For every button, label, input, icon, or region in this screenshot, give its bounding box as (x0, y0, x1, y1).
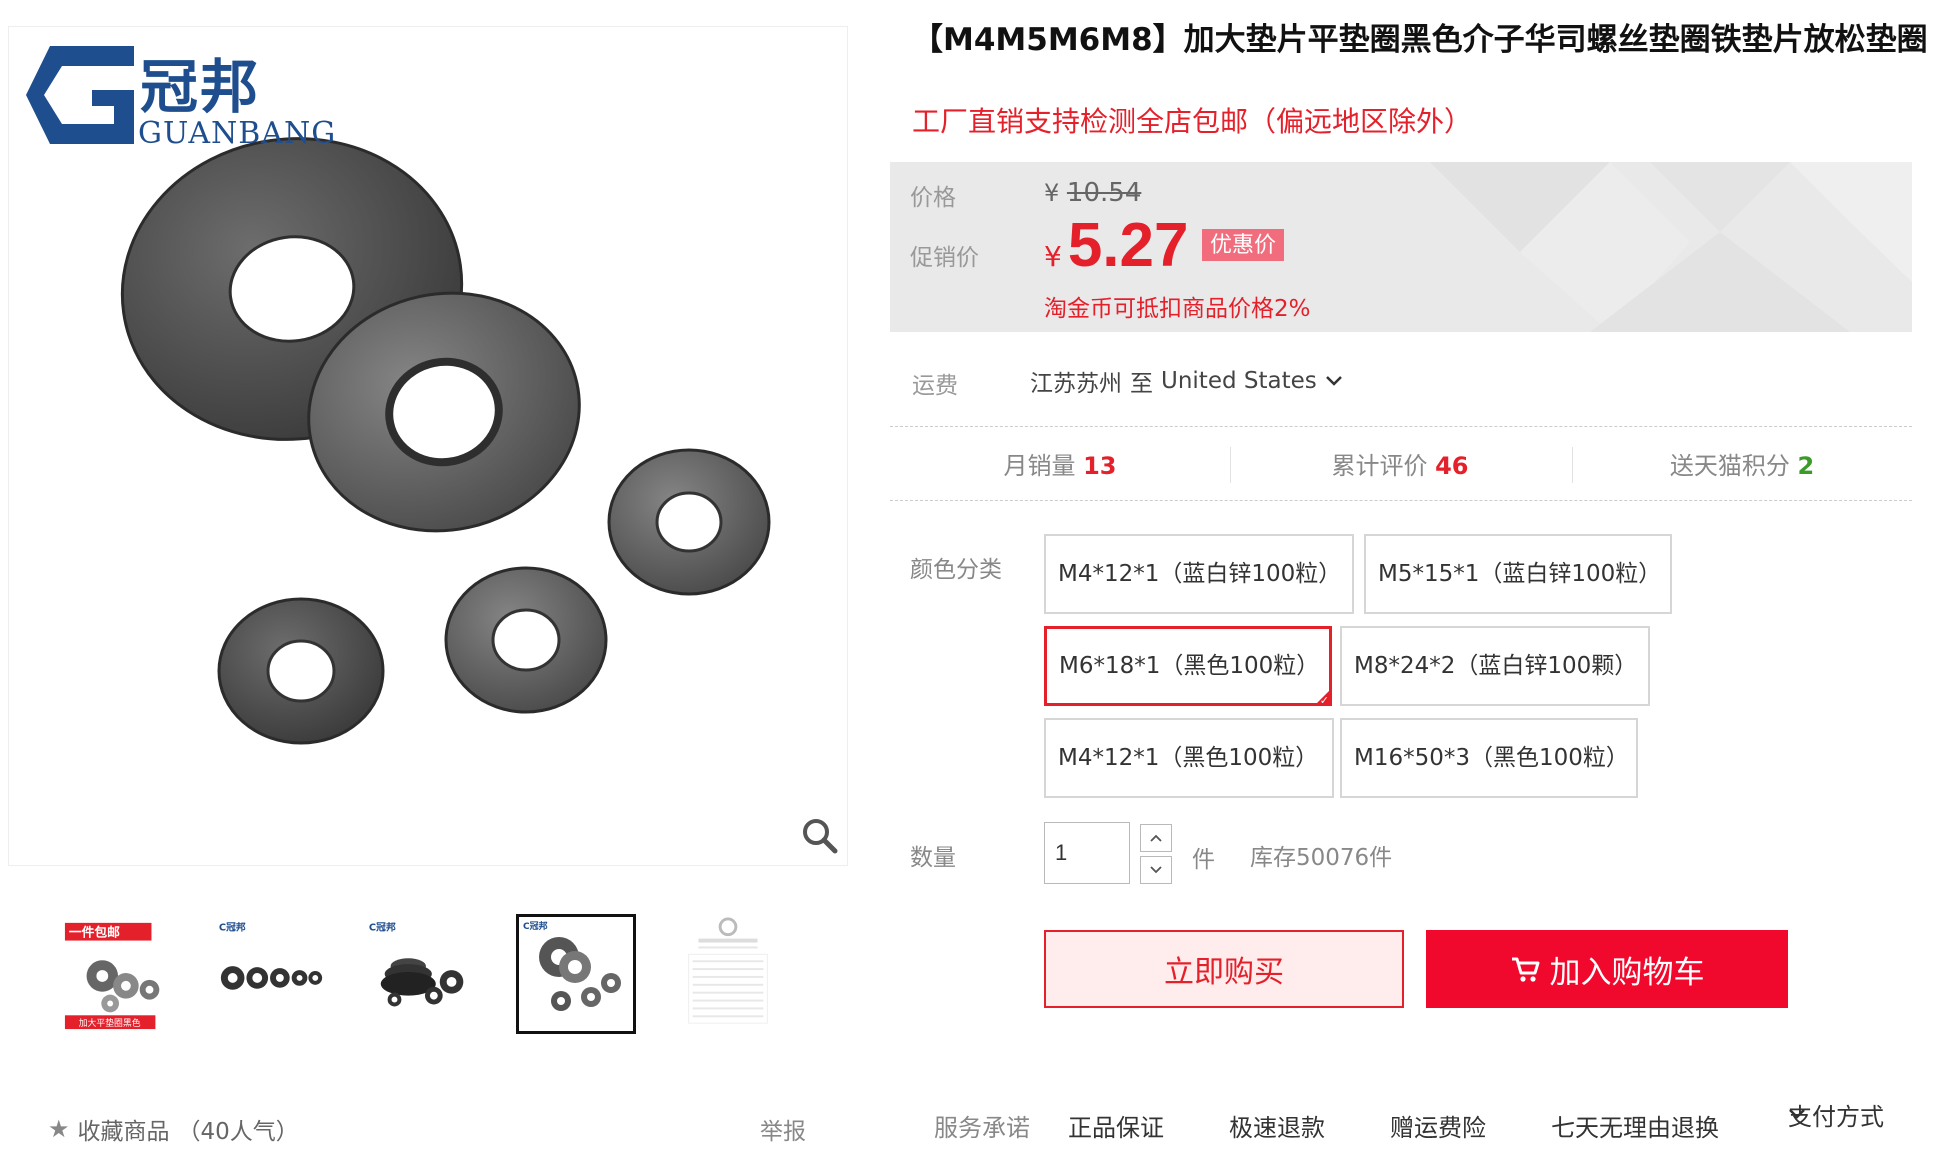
promo-price-label: 促销价 (910, 245, 979, 271)
thumbnail-1[interactable]: 一件包邮 加大平垫圈黑色 (60, 914, 180, 1034)
quantity-label: 数量 (910, 845, 956, 871)
main-product-image[interactable] (8, 26, 848, 866)
sku-option[interactable]: M4*12*1（黑色100粒） (1044, 718, 1334, 798)
service-item[interactable]: 赠运费险 (1390, 1108, 1486, 1143)
payment-method-dropdown[interactable]: 支付方式 (1788, 1103, 1884, 1131)
stock-count: 库存50076件 (1250, 845, 1393, 871)
thumbnail-4[interactable]: C冠邦 (516, 914, 636, 1034)
quantity-increase-button[interactable] (1140, 824, 1172, 852)
original-price-symbol: ¥ (1044, 179, 1060, 207)
thumbnail-3[interactable]: C冠邦 (364, 914, 484, 1034)
service-item[interactable]: 正品保证 (1068, 1108, 1164, 1143)
shipping-from: 江苏苏州 (1030, 371, 1122, 397)
stats-row: 月销量 13 累计评价 46 送天猫积分 2 (890, 444, 1912, 504)
original-price-value: 10.54 (1066, 178, 1142, 208)
add-to-cart-label: 加入购物车 (1549, 954, 1705, 991)
sku-option[interactable]: M5*15*1（蓝白锌100粒） (1364, 534, 1672, 614)
product-subtitle: 工厂直销支持检测全店包邮（偏远地区除外） (912, 105, 1473, 138)
thumbnail-2[interactable]: C冠邦 (212, 914, 332, 1034)
quantity-input[interactable] (1044, 822, 1130, 884)
zoom-icon[interactable] (800, 816, 840, 856)
payment-label: 支付方式 (1788, 1102, 1884, 1131)
thumb-promo-footer: 加大平垫圈黑色 (79, 1017, 141, 1029)
shipping-to-word: 至 (1130, 371, 1153, 397)
service-item[interactable]: 极速退款 (1229, 1108, 1325, 1143)
original-price: ¥ 10.54 (1044, 178, 1141, 208)
shipping-label: 运费 (912, 373, 958, 399)
stat-label: 累计评价 (1331, 452, 1428, 480)
svg-text:C冠邦: C冠邦 (523, 920, 548, 932)
buy-now-button[interactable]: 立即购买 (1044, 930, 1404, 1008)
chevron-up-icon (1150, 834, 1162, 842)
price-label: 价格 (910, 185, 956, 211)
service-label: 服务承诺 (934, 1114, 1030, 1142)
logo-english: GUANBANG (138, 116, 337, 151)
sku-option-label: M6*18*1（黑色100粒） (1059, 653, 1320, 679)
shipping-destination-selector[interactable]: 江苏苏州 至 United States (1030, 364, 1343, 398)
deal-badge: 优惠价 (1202, 229, 1285, 261)
coin-note: 淘金币可抵扣商品价格2% (1044, 296, 1311, 322)
logo-chinese: 冠邦 (140, 53, 261, 121)
divider (890, 500, 1912, 501)
chevron-down-icon (1150, 866, 1162, 874)
sku-option[interactable]: M4*12*1（蓝白锌100粒） (1044, 534, 1354, 614)
promo-price: ¥ 5.27 (1044, 210, 1189, 281)
service-item[interactable]: 七天无理由退换 (1551, 1108, 1719, 1143)
brand-logo: 冠邦 GUANBANG (22, 40, 335, 151)
check-icon: ✓ (1319, 694, 1329, 707)
promo-price-value: 5.27 (1067, 211, 1189, 280)
sku-label: 颜色分类 (910, 557, 1002, 583)
quantity-unit: 件 (1192, 847, 1215, 873)
stat-label: 送天猫积分 (1669, 452, 1790, 480)
shipping-destination: United States (1161, 368, 1317, 394)
divider (890, 426, 1912, 427)
stat-value: 46 (1435, 452, 1469, 480)
product-title: 【M4M5M6M8】加大垫片平垫圈黑色介子华司螺丝垫圈铁垫片放松垫圈 (912, 22, 1928, 58)
sku-option[interactable]: M16*50*3（黑色100粒） (1340, 718, 1638, 798)
stat-monthly-sales: 月销量 13 (890, 444, 1230, 488)
add-to-cart-button[interactable]: 加入购物车 (1426, 930, 1788, 1008)
stat-value: 13 (1083, 452, 1117, 480)
thumbnail-5[interactable] (668, 914, 788, 1034)
thumb-promo-text: 一件包邮 (69, 925, 120, 941)
promo-price-symbol: ¥ (1044, 240, 1062, 273)
svg-text:C冠邦: C冠邦 (369, 921, 396, 934)
service-promises: 服务承诺 正品保证 极速退款 赠运费险 七天无理由退换 支付方式 (0, 1103, 1945, 1148)
stat-reviews[interactable]: 累计评价 46 (1230, 444, 1570, 488)
stat-label: 月销量 (1003, 452, 1076, 480)
sku-option[interactable]: M8*24*2（蓝白锌100颗） (1340, 626, 1650, 706)
washers-photo (120, 137, 771, 745)
svg-text:C冠邦: C冠邦 (219, 921, 246, 934)
quantity-decrease-button[interactable] (1140, 856, 1172, 884)
cart-icon (1511, 957, 1539, 982)
stat-points: 送天猫积分 2 (1572, 444, 1912, 488)
stat-value: 2 (1797, 452, 1815, 480)
chevron-down-icon (1325, 376, 1342, 386)
logo-g-icon (26, 46, 134, 144)
sku-option-selected[interactable]: M6*18*1（黑色100粒） ✓ (1044, 626, 1332, 707)
